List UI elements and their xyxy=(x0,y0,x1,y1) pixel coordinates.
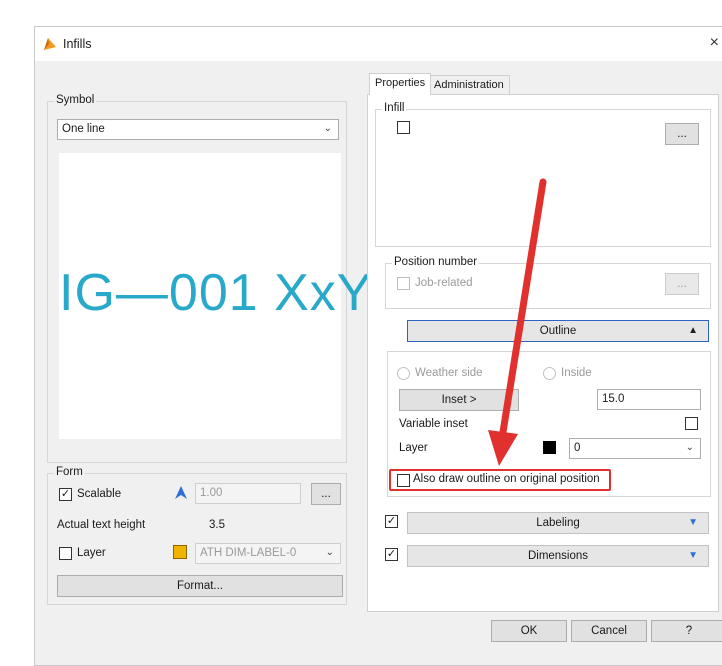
collapse-up-icon: ▲ xyxy=(688,325,698,336)
weather-side-label: Weather side xyxy=(415,367,483,379)
job-related-label: Job-related xyxy=(415,277,473,289)
infill-group: Infill xyxy=(375,102,711,247)
format-button[interactable]: Format... xyxy=(57,575,343,597)
labeling-checkbox[interactable]: ✓ xyxy=(385,515,398,528)
symbol-dropdown[interactable]: One line ⌄ xyxy=(57,119,339,140)
infills-dialog: Infills × Symbol One line ⌄ IG—001 XxY F… xyxy=(34,26,722,666)
inset-value: 15.0 xyxy=(602,393,625,405)
job-related-checkbox[interactable] xyxy=(397,277,410,290)
help-button[interactable]: ? xyxy=(651,620,722,642)
scale-browse-button[interactable]: ... xyxy=(311,483,341,505)
symbol-dropdown-value: One line xyxy=(62,123,105,135)
dimensions-section-header[interactable]: Dimensions ▼ xyxy=(407,545,709,567)
cancel-button[interactable]: Cancel xyxy=(571,620,647,642)
app-logo-icon xyxy=(44,38,56,50)
tab-administration[interactable]: Administration xyxy=(428,75,510,95)
form-layer-value: ATH DIM-LABEL-0 xyxy=(200,547,297,559)
labeling-header-label: Labeling xyxy=(536,517,580,529)
symbol-group-label: Symbol xyxy=(54,94,97,106)
inset-value-input[interactable]: 15.0 xyxy=(597,389,701,410)
form-layer-color-swatch xyxy=(173,545,187,559)
text-height-label: Actual text height xyxy=(57,519,146,531)
dimensions-header-label: Dimensions xyxy=(527,550,589,562)
scalable-checkbox[interactable]: ✓ xyxy=(59,488,72,501)
position-number-browse-button[interactable]: ... xyxy=(665,273,699,295)
outline-section-header[interactable]: Outline ▲ xyxy=(407,320,709,342)
chevron-down-icon: ⌄ xyxy=(325,547,334,558)
symbol-preview: IG—001 XxY xyxy=(59,153,373,439)
labeling-section-header[interactable]: Labeling ▼ xyxy=(407,512,709,534)
outline-header-label: Outline xyxy=(539,325,577,337)
inside-radio[interactable] xyxy=(543,367,556,380)
inside-label: Inside xyxy=(561,367,592,379)
ok-button[interactable]: OK xyxy=(491,620,567,642)
weather-side-radio[interactable] xyxy=(397,367,410,380)
expand-down-icon: ▼ xyxy=(688,550,698,561)
scalable-label: Scalable xyxy=(77,488,122,500)
also-draw-outline-checkbox[interactable] xyxy=(397,474,410,487)
expand-down-icon: ▼ xyxy=(688,517,698,528)
position-number-label: Position number xyxy=(392,256,480,268)
also-draw-outline-label: Also draw outline on original position xyxy=(413,473,600,485)
window-title: Infills xyxy=(63,37,92,51)
chevron-down-icon: ⌄ xyxy=(685,442,694,453)
form-layer-dropdown[interactable]: ATH DIM-LABEL-0 ⌄ xyxy=(195,543,341,564)
form-layer-checkbox[interactable] xyxy=(59,547,72,560)
symbol-preview-text: IG—001 XxY xyxy=(59,264,373,322)
chevron-down-icon: ⌄ xyxy=(323,123,332,134)
outline-layer-color-swatch xyxy=(543,441,556,454)
text-height-value: 3.5 xyxy=(209,519,225,531)
outline-layer-value: 0 xyxy=(574,442,581,454)
tab-properties[interactable]: Properties xyxy=(369,73,432,95)
infill-group-label: Infill xyxy=(382,102,407,114)
dimensions-checkbox[interactable]: ✓ xyxy=(385,548,398,561)
close-icon[interactable]: × xyxy=(710,34,719,52)
form-layer-label: Layer xyxy=(77,547,106,559)
form-group-label: Form xyxy=(54,466,85,478)
variable-inset-label: Variable inset xyxy=(399,418,468,430)
outline-layer-dropdown[interactable]: 0 ⌄ xyxy=(569,438,701,459)
scale-icon xyxy=(175,486,187,499)
infill-browse-button[interactable]: ... xyxy=(665,123,699,145)
variable-inset-checkbox[interactable] xyxy=(685,417,698,430)
scale-value: 1.00 xyxy=(200,487,223,499)
outline-layer-label: Layer xyxy=(399,442,428,454)
infill-checkbox[interactable] xyxy=(397,121,410,134)
title-bar: Infills × xyxy=(35,27,722,61)
scale-input[interactable]: 1.00 xyxy=(195,483,301,504)
inset-button[interactable]: Inset > xyxy=(399,389,519,411)
